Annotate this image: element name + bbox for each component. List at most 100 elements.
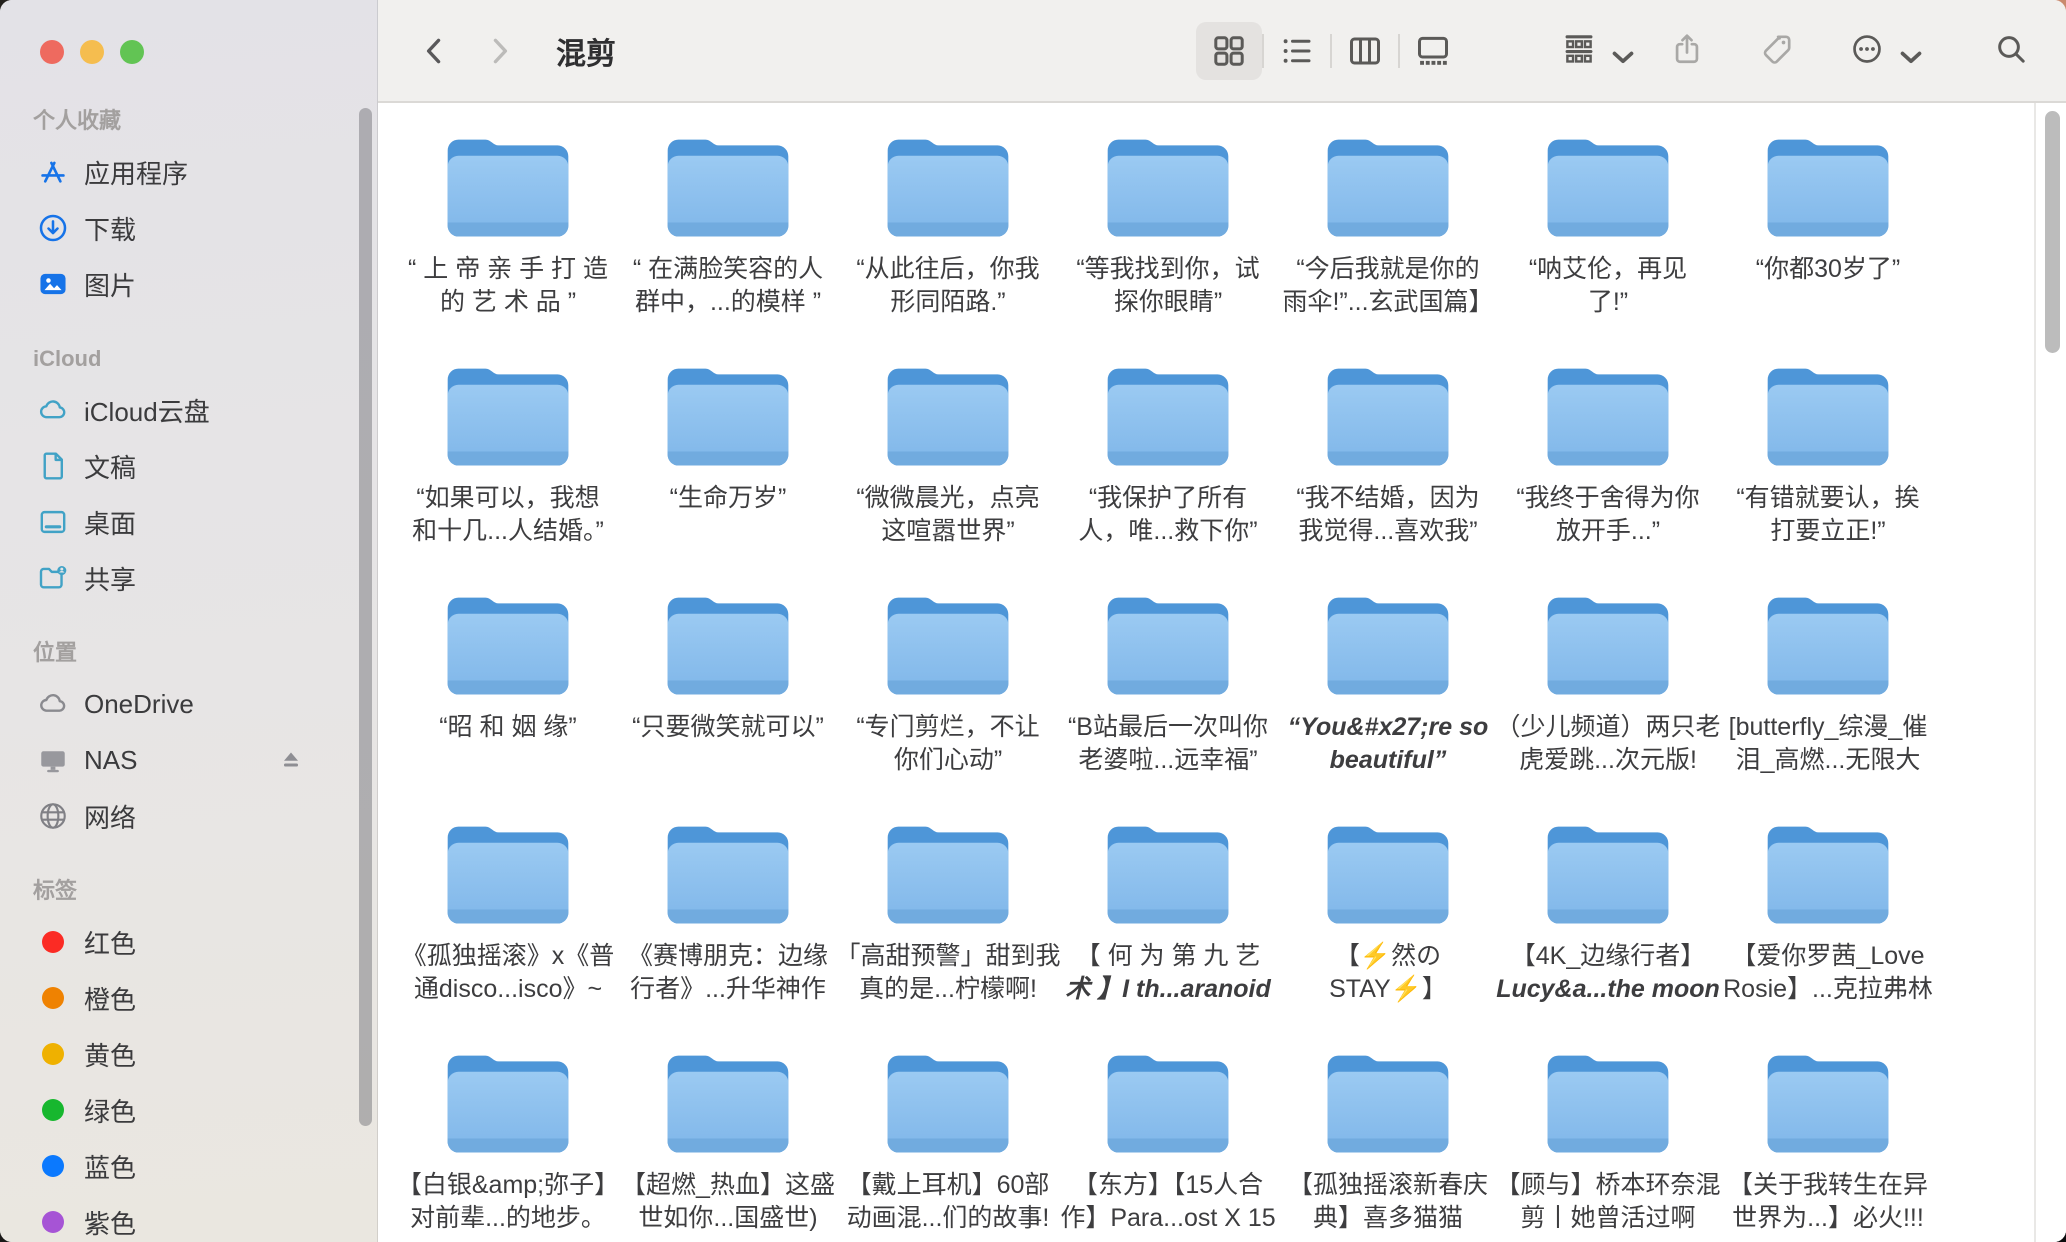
folder-item[interactable]: “如果可以，我想和十几...人结婚。” [398, 360, 618, 589]
folder-item[interactable]: [butterfly_综漫_催泪_高燃...无限大 [1718, 589, 1938, 818]
folder-item[interactable]: “昭 和 姻 缘” [398, 589, 618, 818]
sidebar-item-iCloud云盘[interactable]: iCloud云盘 [0, 382, 355, 438]
folder-item[interactable]: “我终于舍得为你放开手...” [1498, 360, 1718, 589]
folder-name-line: 《孤独摇滚》x《普 [402, 940, 615, 973]
folder-name-line: “微微晨光，点亮 [856, 482, 1039, 515]
sidebar-item-label: 蓝色 [84, 1148, 136, 1185]
folder-name-line: “有错就要认，挨 [1736, 482, 1919, 515]
view-columns-button[interactable] [1332, 22, 1398, 80]
folder-icon [434, 131, 582, 243]
folder-item[interactable]: 【戴上耳机】60部动画混...们的故事! [838, 1047, 1058, 1242]
folder-item[interactable]: 【关于我转生在异世界为...】必火!!! [1718, 1047, 1938, 1242]
sidebar-item-tag-5[interactable]: 紫色 [0, 1194, 355, 1242]
sidebar-item-OneDrive[interactable]: OneDrive [0, 676, 355, 732]
chevron-down-icon [1606, 40, 1628, 62]
sidebar-item-桌面[interactable]: 桌面 [0, 494, 355, 550]
sidebar-item-应用程序[interactable]: 应用程序 [0, 144, 355, 200]
folder-icon [434, 1047, 582, 1159]
folder-name-line: 我觉得...喜欢我” [1296, 515, 1479, 548]
folder-name-line: “我不结婚，因为 [1296, 482, 1479, 515]
folder-item[interactable]: 【爱你罗茜_LoveRosie】...克拉弗林 [1718, 818, 1938, 1047]
folder-item[interactable]: “你都30岁了” [1718, 131, 1938, 360]
sidebar-item-label: 红色 [84, 924, 136, 961]
close-button[interactable] [40, 40, 64, 64]
folder-name-line: 【东方】【15人合 [1060, 1169, 1275, 1202]
sidebar-item-网络[interactable]: 网络 [0, 788, 355, 844]
sidebar-item-图片[interactable]: 图片 [0, 256, 355, 312]
sidebar-item-文稿[interactable]: 文稿 [0, 438, 355, 494]
folder-item[interactable]: 【顾与】桥本环奈混剪丨她曾活过啊 [1498, 1047, 1718, 1242]
folder-item[interactable]: “ 上 帝 亲 手 打 造的 艺 术 品 ” [398, 131, 618, 360]
folder-item[interactable]: “微微晨光，点亮这喧嚣世界” [838, 360, 1058, 589]
folder-name-line: 【4K_边缘行者】 [1496, 940, 1720, 973]
sidebar: 个人收藏应用程序下载图片iCloudiCloud云盘文稿桌面共享位置OneDri… [0, 0, 378, 1242]
back-button[interactable] [418, 34, 452, 68]
sidebar-item-tag-1[interactable]: 橙色 [0, 970, 355, 1026]
folder-item[interactable]: 【白银&amp;弥子】对前辈...的地步。 [398, 1047, 618, 1242]
folder-item[interactable]: “You&#x27;re sobeautiful” [1278, 589, 1498, 818]
folder-item[interactable]: “有错就要认，挨打要立正!” [1718, 360, 1938, 589]
sidebar-item-tag-2[interactable]: 黄色 [0, 1026, 355, 1082]
folder-name-line: 行者》...升华神作 [628, 973, 828, 1006]
sidebar-item-下载[interactable]: 下载 [0, 200, 355, 256]
folder-item[interactable]: “从此往后，你我形同陌路.” [838, 131, 1058, 360]
view-gallery-button[interactable] [1400, 22, 1466, 80]
sidebar-item-label: 绿色 [84, 1092, 136, 1129]
folder-item[interactable]: 「高甜预警」甜到我真的是...柠檬啊! [838, 818, 1058, 1047]
document-icon [36, 449, 70, 483]
minimize-button[interactable] [80, 40, 104, 64]
sidebar-item-tag-4[interactable]: 蓝色 [0, 1138, 355, 1194]
sidebar-item-tag-0[interactable]: 红色 [0, 914, 355, 970]
folder-item[interactable]: “我不结婚，因为我觉得...喜欢我” [1278, 360, 1498, 589]
sidebar-item-label: 黄色 [84, 1036, 136, 1073]
folder-item[interactable]: （少儿频道）两只老虎爱跳...次元版! [1498, 589, 1718, 818]
folder-item[interactable]: “ 在满脸笑容的人群中，...的模样 ” [618, 131, 838, 360]
folder-item[interactable]: 《孤独摇滚》x《普通disco...isco》~ [398, 818, 618, 1047]
folder-item[interactable]: “今后我就是你的雨伞!”...玄武国篇】 [1278, 131, 1498, 360]
folder-name-line: 剪丨她曾活过啊 [1496, 1202, 1721, 1235]
sidebar-item-NAS[interactable]: NAS [0, 732, 355, 788]
folder-name: “昭 和 姻 缘” [439, 711, 577, 744]
group-button[interactable] [1562, 32, 1628, 70]
folder-item[interactable]: 【超燃_热血】这盛世如你...国盛世) [618, 1047, 838, 1242]
folder-name: 【东方】【15人合作】Para...ost X 15 [1060, 1169, 1275, 1235]
folder-item[interactable]: “呐艾伦，再见了!” [1498, 131, 1718, 360]
view-icons-button[interactable] [1196, 22, 1262, 80]
folder-item[interactable]: “等我找到你，试探你眼睛” [1058, 131, 1278, 360]
share-button[interactable] [1670, 32, 1708, 70]
folder-item[interactable]: 《赛博朋克：边缘行者》...升华神作 [618, 818, 838, 1047]
sidebar-item-tag-3[interactable]: 绿色 [0, 1082, 355, 1138]
folder-item[interactable]: 【东方】【15人合作】Para...ost X 15 [1058, 1047, 1278, 1242]
folder-item[interactable]: 【 何 为 第 九 艺术 】I th...aranoid [1058, 818, 1278, 1047]
folder-item[interactable]: “我保护了所有人，唯...救下你” [1058, 360, 1278, 589]
folder-icon [1094, 360, 1242, 472]
folder-name-line: 【顾与】桥本环奈混 [1496, 1169, 1721, 1202]
view-list-button[interactable] [1264, 22, 1330, 80]
sidebar-item-label: OneDrive [84, 689, 194, 720]
content-scrollbar[interactable] [2045, 111, 2060, 353]
folder-name-line: “专门剪烂，不让 [856, 711, 1039, 744]
group-icon [1562, 32, 1600, 70]
folder-icon [1314, 1047, 1462, 1159]
more-button[interactable] [1850, 32, 1916, 70]
folder-name-line: 群中，...的模样 ” [633, 286, 823, 319]
tag-dot [36, 925, 70, 959]
sidebar-scrollbar[interactable] [359, 108, 372, 1126]
search-button[interactable] [1994, 32, 2032, 70]
forward-button[interactable] [482, 34, 516, 68]
sidebar-item-共享[interactable]: 共享 [0, 550, 355, 606]
folder-item[interactable]: “B站最后一次叫你老婆啦...远幸福” [1058, 589, 1278, 818]
folder-item[interactable]: “生命万岁” [618, 360, 838, 589]
folder-item[interactable]: 【孤独摇滚新春庆典】喜多猫猫 [1278, 1047, 1498, 1242]
folder-item[interactable]: 【4K_边缘行者】Lucy&a...the moon [1498, 818, 1718, 1047]
folder-item[interactable]: “专门剪烂，不让你们心动” [838, 589, 1058, 818]
zoom-button[interactable] [120, 40, 144, 64]
folder-name-line: “今后我就是你的 [1282, 253, 1493, 286]
tag-button[interactable] [1760, 32, 1798, 70]
eject-icon[interactable] [277, 746, 305, 774]
share-icon [1670, 32, 1708, 70]
folder-name: “我终于舍得为你放开手...” [1516, 482, 1699, 548]
folder-item[interactable]: 【⚡然のSTAY⚡】 [1278, 818, 1498, 1047]
folder-item[interactable]: “只要微笑就可以” [618, 589, 838, 818]
folder-name-line: 雨伞!”...玄武国篇】 [1282, 286, 1493, 319]
